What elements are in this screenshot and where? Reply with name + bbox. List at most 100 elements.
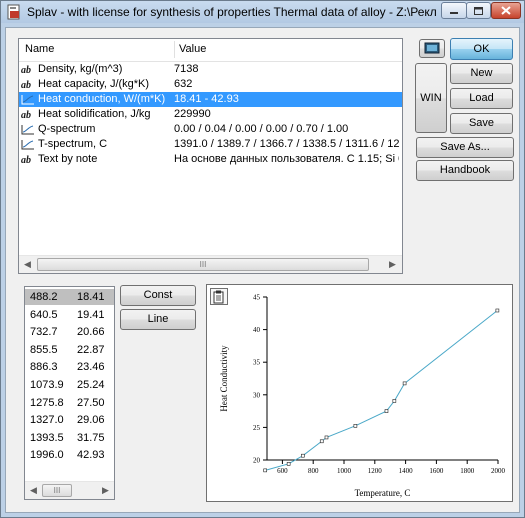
data-table[interactable]: 488.2 18.41 640.5 19.41 732.7 20.66 855.5 22.87… — [24, 286, 115, 500]
table-row[interactable]: 488.2 18.41 — [25, 289, 114, 305]
svg-text:ab: ab — [21, 155, 31, 165]
temperature-cell: 1275.8 — [30, 396, 64, 409]
x-tick-label: 1800 — [460, 467, 475, 475]
y-axis-label: Heat Conductivity — [219, 345, 229, 412]
temperature-cell: 732.7 — [30, 326, 58, 339]
property-name: Density, kg/(m^3) — [38, 63, 123, 75]
conductivity-cell: 31.75 — [77, 431, 105, 444]
maximize-button[interactable] — [466, 2, 491, 19]
table-row[interactable]: 1275.8 27.50 — [25, 395, 114, 411]
temperature-cell: 1393.5 — [30, 431, 64, 444]
data-point — [286, 462, 291, 466]
temperature-cell: 886.3 — [30, 361, 58, 374]
conductivity-cell: 25.24 — [77, 379, 105, 391]
column-separator[interactable] — [174, 41, 175, 58]
table-row[interactable]: 855.5 22.87 — [25, 342, 114, 358]
graph-icon — [21, 140, 34, 150]
x-tick-label: 1000 — [337, 467, 352, 475]
table-row[interactable]: 1393.5 31.75 — [25, 430, 114, 446]
property-value: 18.41 - 42.93 — [174, 93, 239, 105]
column-header-name[interactable]: Name — [25, 43, 54, 55]
svg-text:ab: ab — [21, 80, 31, 90]
x-tick-label: 600 — [277, 467, 288, 475]
property-name: Text by note — [38, 153, 98, 165]
property-value: 7138 — [174, 63, 199, 75]
x-tick-label: 2000 — [491, 467, 506, 475]
properties-hscrollbar[interactable]: ◀ III ▶ — [19, 255, 402, 273]
conductivity-cell: 23.46 — [77, 361, 105, 374]
formula-icon: ab — [21, 110, 31, 120]
scroll-thumb[interactable]: III — [37, 258, 369, 271]
y-tick-label: 20 — [253, 457, 261, 465]
table-row[interactable]: 1996.0 42.93 — [25, 447, 114, 463]
scroll-left-arrow[interactable]: ◀ — [19, 256, 36, 273]
display-button[interactable] — [419, 39, 445, 58]
property-row[interactable]: ab Heat capacity, J/(kg*K) 632 — [19, 77, 402, 92]
svg-text:ab: ab — [21, 65, 31, 75]
data-point — [402, 381, 407, 386]
data-point — [324, 435, 329, 440]
table-scroll-left[interactable]: ◀ — [25, 482, 42, 499]
table-row[interactable]: 732.7 20.66 — [25, 324, 114, 340]
data-point — [263, 468, 267, 473]
y-tick-label: 45 — [253, 294, 261, 302]
chart-panel: 600 800 1000 1200 1400 1600 1800 2000 20 25 30 35 40… — [206, 284, 513, 502]
scroll-right-arrow[interactable]: ▶ — [384, 256, 401, 273]
table-scroll-right[interactable]: ▶ — [97, 482, 114, 499]
property-value: 229990 — [174, 108, 211, 120]
property-row[interactable]: ab Density, kg/(m^3) 7138 — [19, 62, 402, 77]
column-header-value[interactable]: Value — [179, 43, 206, 55]
table-row[interactable]: 886.3 23.46 — [25, 359, 114, 375]
line-button[interactable]: Line — [120, 309, 196, 330]
svg-text:ab: ab — [21, 110, 31, 120]
handbook-button[interactable]: Handbook — [416, 160, 514, 181]
y-tick-label: 25 — [253, 424, 261, 432]
title-bar[interactable]: Splav - with license for synthesis of pr… — [1, 1, 524, 23]
temperature-cell: 855.5 — [30, 343, 58, 356]
property-row[interactable]: ab Heat solidification, J/kg 229990 — [19, 107, 402, 122]
table-scroll-thumb[interactable]: III — [42, 484, 72, 497]
property-name: Heat capacity, J/(kg*K) — [38, 78, 150, 90]
temperature-cell: 640.5 — [30, 308, 58, 321]
x-tick-label: 800 — [308, 467, 319, 475]
property-value: На основе данных пользователя. C 1.15; S… — [174, 153, 399, 165]
conductivity-cell: 18.41 — [77, 291, 105, 303]
property-value: 1391.0 / 1389.7 / 1366.7 / 1338.5 / 1311… — [174, 138, 399, 150]
data-point — [319, 439, 324, 444]
temperature-cell: 1073.9 — [30, 379, 64, 391]
property-name: Q-spectrum — [38, 123, 96, 135]
y-tick-label: 35 — [253, 359, 261, 367]
app-icon — [7, 4, 20, 20]
property-row[interactable]: T-spectrum, C 1391.0 / 1389.7 / 1366.7 / … — [19, 137, 402, 152]
property-row[interactable]: ab Text by note На основе данных пользоват… — [19, 152, 402, 167]
maximize-icon — [474, 7, 483, 15]
new-button[interactable]: New — [450, 63, 513, 84]
x-axis-label: Temperature, C — [355, 488, 411, 498]
formula-icon: ab — [21, 155, 31, 165]
property-row[interactable]: Q-spectrum 0.00 / 0.04 / 0.00 / 0.00 / 0.… — [19, 122, 402, 137]
y-tick-label: 30 — [253, 391, 261, 399]
const-button[interactable]: Const — [120, 285, 196, 306]
ok-button[interactable]: OK — [450, 38, 513, 60]
property-row[interactable]: Heat conduction, W/(m*K) 18.41 - 42.93 — [19, 92, 402, 107]
table-row[interactable]: 1073.9 25.24 — [25, 377, 114, 393]
conductivity-cell: 27.50 — [77, 396, 105, 409]
close-button[interactable] — [491, 2, 521, 19]
temperature-cell: 1327.0 — [30, 414, 64, 427]
temperature-cell: 488.2 — [30, 291, 58, 303]
table-row[interactable]: 1327.0 29.06 — [25, 412, 114, 428]
table-row[interactable]: 640.5 19.41 — [25, 307, 114, 323]
table-hscrollbar[interactable]: ◀ III ▶ — [25, 481, 114, 499]
property-name: Heat solidification, J/kg — [38, 108, 151, 120]
data-point — [384, 409, 389, 413]
win-button[interactable]: WIN — [415, 63, 447, 133]
save-as-button[interactable]: Save As... — [416, 137, 514, 158]
minimize-button[interactable] — [441, 2, 467, 19]
formula-icon: ab — [21, 80, 31, 90]
property-value: 0.00 / 0.04 / 0.00 / 0.00 / 0.70 / 1.00 — [174, 123, 349, 135]
save-button[interactable]: Save — [450, 113, 513, 134]
property-name: Heat conduction, W/(m*K) — [38, 93, 166, 105]
properties-list[interactable]: Name Value ab Density, kg/(m^3) 7138 ab Heat… — [18, 38, 403, 274]
graph-icon — [21, 125, 34, 135]
load-button[interactable]: Load — [450, 88, 513, 109]
